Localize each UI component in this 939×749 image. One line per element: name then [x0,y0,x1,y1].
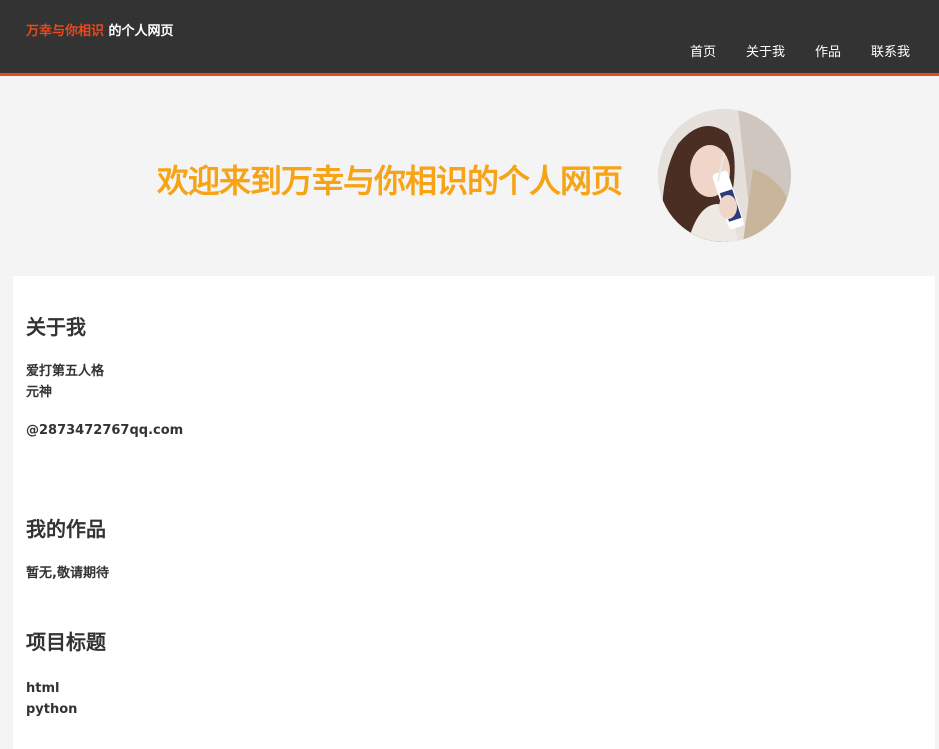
site-header: 万幸与你相识 的个人网页 首页 关于我 作品 联系我 [0,0,939,76]
about-email: @2873472767qq.com [26,423,184,438]
avatar [658,109,791,242]
nav-works-link[interactable]: 作品 [815,41,841,60]
nav-home-link[interactable]: 首页 [690,41,716,60]
main-nav: 首页 关于我 作品 联系我 [660,41,910,60]
showcase-banner: 欢迎来到万幸与你相识的个人网页 [0,76,939,276]
project-item-html: html [26,681,60,696]
works-text: 暂无,敬请期待 [26,566,109,581]
logo-rest: 的个人网页 [104,24,174,39]
about-heading: 关于我 [26,315,86,339]
nav-contact-link[interactable]: 联系我 [871,41,910,60]
main-content: 关于我 爱打第五人格 元神 @2873472767qq.com 我的作品 暂无,… [13,276,935,749]
logo-highlight: 万幸与你相识 [26,24,105,39]
works-heading: 我的作品 [26,517,106,541]
nav-about-link[interactable]: 关于我 [746,41,785,60]
about-line-2: 元神 [26,385,53,400]
projects-heading: 项目标题 [26,630,106,654]
about-line-1: 爱打第五人格 [26,364,105,379]
showcase-title: 欢迎来到万幸与你相识的个人网页 [157,162,623,200]
avatar-photo [658,109,791,242]
site-logo[interactable]: 万幸与你相识 的个人网页 [26,20,174,39]
project-item-python: python [26,702,78,717]
